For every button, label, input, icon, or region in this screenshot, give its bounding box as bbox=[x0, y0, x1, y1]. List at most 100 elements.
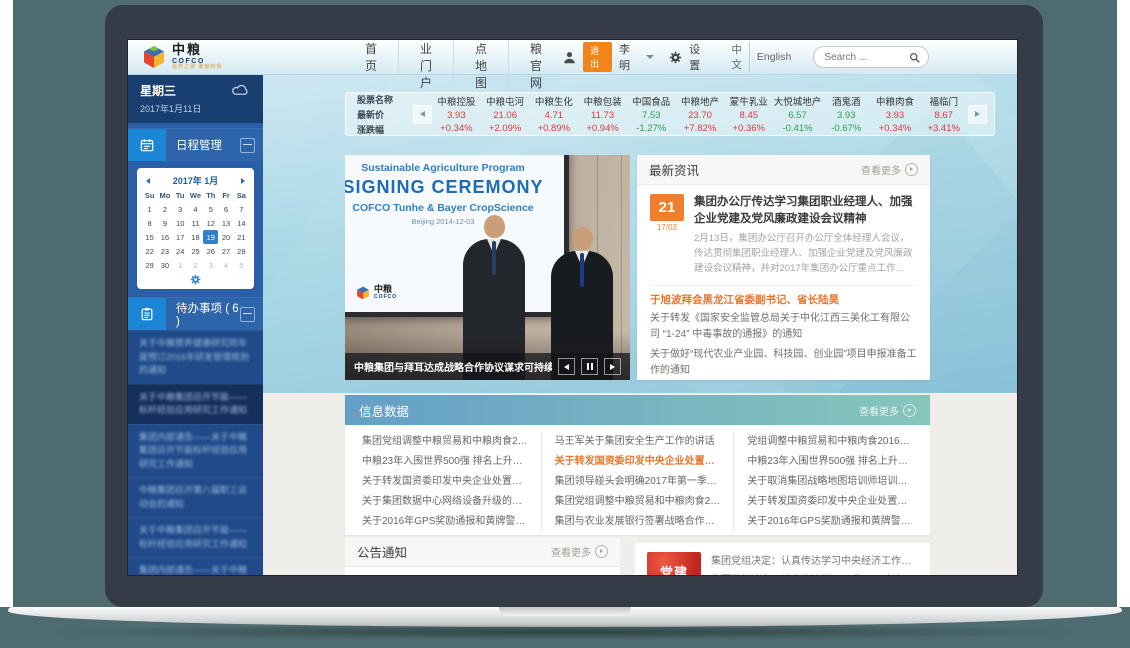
calendar-day[interactable]: 14 bbox=[234, 216, 249, 230]
news-carousel[interactable]: Sustainable Agriculture Program SIGNING … bbox=[345, 155, 630, 380]
info-list-item[interactable]: 关于转发国资委印发中央企业处置僵尸企业和开展特... bbox=[362, 472, 528, 492]
notice-view-more[interactable]: 查看更多 bbox=[551, 544, 608, 559]
search-icon[interactable] bbox=[909, 52, 920, 63]
calendar-day[interactable]: 11 bbox=[188, 216, 203, 230]
nav-link[interactable]: 中粮官网 bbox=[509, 40, 563, 91]
calendar-day[interactable]: 3 bbox=[203, 258, 218, 272]
calendar-day[interactable]: 25 bbox=[188, 244, 203, 258]
calendar-day[interactable]: 3 bbox=[173, 202, 188, 216]
collapse-schedule-button[interactable] bbox=[240, 138, 255, 153]
calendar-day[interactable]: 6 bbox=[218, 202, 233, 216]
search-box[interactable] bbox=[813, 46, 929, 68]
calendar-day[interactable]: 19 bbox=[203, 230, 218, 244]
calendar-day[interactable]: 16 bbox=[157, 230, 172, 244]
carousel-prev-button[interactable] bbox=[558, 358, 575, 375]
calendar-day[interactable]: 4 bbox=[218, 258, 233, 272]
stock-quote[interactable]: 福临门 8.67 +3.41% bbox=[919, 94, 968, 134]
calendar-day[interactable]: 26 bbox=[203, 244, 218, 258]
stock-quote[interactable]: 中粮肉食 3.93 +0.34% bbox=[871, 94, 920, 134]
stock-quote[interactable]: 中粮控股 3.93 +0.34% bbox=[432, 94, 481, 134]
calendar-day[interactable]: 5 bbox=[203, 202, 218, 216]
calendar-day[interactable]: 8 bbox=[142, 216, 157, 230]
party-news-item[interactable]: 集团党组决定：认真传达学习12月30日中央政治局工作会议纪要 bbox=[711, 571, 918, 575]
search-input[interactable] bbox=[822, 51, 909, 64]
info-list-item[interactable]: 集团领导碰头会明确2017年第一季度工作 bbox=[555, 472, 721, 492]
info-list-item[interactable]: 关于转发国资委印发中央企业处置僵尸企业和开展特... bbox=[747, 492, 913, 512]
calendar-day[interactable]: 28 bbox=[234, 244, 249, 258]
info-list-item[interactable]: 关于转发国资委印发中央企业处置僵尸企业和开展特... bbox=[555, 452, 721, 472]
calendar-day[interactable]: 9 bbox=[157, 216, 172, 230]
stock-quote[interactable]: 大悦城地产 6.57 -0.41% bbox=[773, 94, 822, 134]
calendar-day[interactable]: 30 bbox=[157, 258, 172, 272]
todo-list-item[interactable]: 关于中粮集团召开节能——标杆经验应用研究工作通知 bbox=[128, 384, 263, 424]
calendar-day[interactable]: 15 bbox=[142, 230, 157, 244]
collapse-todos-button[interactable] bbox=[240, 307, 255, 322]
stock-quote[interactable]: 中粮屯河 21.06 +2.09% bbox=[481, 94, 530, 134]
news-view-more[interactable]: 查看更多 bbox=[861, 162, 918, 177]
info-list-item[interactable]: 中粮23年入围世界500强 排名上升最快 bbox=[747, 452, 913, 472]
cofco-logo[interactable]: 中粮 COFCO 自然之源 重塑你我 bbox=[128, 43, 296, 70]
calendar-day[interactable]: 20 bbox=[218, 230, 233, 244]
info-list-item[interactable]: 中粮23年入围世界500强 排名上升最快 bbox=[362, 452, 528, 472]
calendar-day[interactable]: 24 bbox=[173, 244, 188, 258]
calendar-day[interactable]: 10 bbox=[173, 216, 188, 230]
calendar-day[interactable]: 23 bbox=[157, 244, 172, 258]
sidebar-section-todos[interactable]: 待办事项 ( 6 ) bbox=[128, 297, 263, 330]
calendar-day[interactable]: 18 bbox=[188, 230, 203, 244]
news-highlight-link[interactable]: 于旭波拜会黑龙江省委副书记、省长陆昊 bbox=[650, 292, 917, 307]
calendar-day[interactable]: 27 bbox=[218, 244, 233, 258]
stock-quote[interactable]: 中粮地产 23.70 +7.82% bbox=[676, 94, 725, 134]
calendar-day[interactable]: 2 bbox=[188, 258, 203, 272]
stock-quote[interactable]: 蒙牛乳业 8.45 +0.36% bbox=[724, 94, 773, 134]
logout-button[interactable]: 退出 bbox=[583, 42, 612, 72]
news-list-item[interactable]: 关于做好“现代农业产业园、科技园、创业园”项目申报准备工作的通知 bbox=[650, 347, 917, 379]
lang-en[interactable]: English bbox=[750, 51, 798, 63]
sidebar-section-schedule[interactable]: 日程管理 bbox=[128, 128, 263, 161]
calendar-settings-icon[interactable] bbox=[142, 272, 249, 286]
party-news-item[interactable]: 集团党组决定：认真传达学习中央经济工作会议和中央农村工作委员会... bbox=[711, 552, 918, 571]
featured-news[interactable]: 21 17/03 集团办公厅传达学习集团职业经理人、加强企业党建及党风廉政建设会… bbox=[650, 194, 917, 277]
calendar-day[interactable]: 1 bbox=[173, 258, 188, 272]
gear-icon[interactable] bbox=[669, 51, 682, 64]
lang-zh[interactable]: 中文 bbox=[724, 42, 750, 72]
nav-link[interactable]: 企业门户 bbox=[399, 40, 454, 91]
carousel-caption[interactable]: 中粮集团与拜耳达成战略合作协议谋求可持续农业发展 bbox=[354, 359, 552, 374]
carousel-next-button[interactable] bbox=[604, 358, 621, 375]
carousel-pause-button[interactable] bbox=[581, 358, 598, 375]
calendar-next-icon[interactable] bbox=[241, 178, 245, 184]
stock-quote[interactable]: 中粮生化 4.71 +0.89% bbox=[529, 94, 578, 134]
user-name[interactable]: 李明 bbox=[619, 41, 637, 73]
featured-news-title[interactable]: 集团办公厅传达学习集团职业经理人、加强企业党建及党风廉政建设会议精神 bbox=[694, 194, 917, 227]
info-list-item[interactable]: 集团党组调整中粮贸易和中粮肉食2016年度预算 bbox=[362, 432, 528, 452]
info-list-item[interactable]: 集团与农业发展银行签署战略合作协议 bbox=[555, 512, 721, 532]
calendar-day[interactable]: 13 bbox=[218, 216, 233, 230]
todo-list-item[interactable]: 集团内部通告——关于中粮集团召开节能标杆经验应用研究工作通知 bbox=[128, 424, 263, 478]
chevron-down-icon[interactable] bbox=[646, 55, 654, 59]
calendar-day[interactable]: 1 bbox=[142, 202, 157, 216]
ticker-prev-button[interactable] bbox=[413, 105, 432, 124]
news-list-item[interactable]: 关于转发《国家安全监管总局关于中化江西三美化工有限公司 “1-24” 中毒事故的… bbox=[650, 311, 917, 343]
calendar-day[interactable]: 2 bbox=[157, 202, 172, 216]
stock-quote[interactable]: 酒鬼酒 3.93 -0.67% bbox=[822, 94, 871, 134]
calendar-day[interactable]: 4 bbox=[188, 202, 203, 216]
todo-list-item[interactable]: 关于中粮营养健康研究院年度预订2016年研发管理规划的通知 bbox=[128, 330, 263, 384]
calendar-day[interactable]: 29 bbox=[142, 258, 157, 272]
info-list-item[interactable]: 关于2016年GPS奖励通报和黄牌警告单位的决定 bbox=[747, 512, 913, 532]
todo-list-item[interactable]: 中粮集团召开第八届职工运动会的通知 bbox=[128, 477, 263, 517]
calendar-day[interactable]: 21 bbox=[234, 230, 249, 244]
info-view-more[interactable]: 查看更多 bbox=[859, 403, 916, 418]
info-list-item[interactable]: 马王军关于集团安全生产工作的讲话 bbox=[555, 432, 721, 452]
ticker-next-button[interactable] bbox=[968, 105, 987, 124]
calendar-prev-icon[interactable] bbox=[146, 178, 150, 184]
calendar-day[interactable]: 22 bbox=[142, 244, 157, 258]
nav-link[interactable]: 站点地图 bbox=[454, 40, 509, 91]
info-list-item[interactable]: 关于集团数据中心网络设备升级的通知 bbox=[362, 492, 528, 512]
info-list-item[interactable]: 关于取消集团战略地图培训师培训班的通知 bbox=[747, 472, 913, 492]
todo-list-item[interactable]: 集团内部通告——关于中粮集团节能标杆经验应用研究工作通知 bbox=[128, 557, 263, 575]
calendar-day[interactable]: 5 bbox=[234, 258, 249, 272]
stock-quote[interactable]: 中粮包装 11.73 +0.94% bbox=[578, 94, 627, 134]
calendar-day[interactable]: 7 bbox=[234, 202, 249, 216]
settings-label[interactable]: 设置 bbox=[689, 41, 707, 73]
calendar-day[interactable]: 12 bbox=[203, 216, 218, 230]
calendar-day[interactable]: 17 bbox=[173, 230, 188, 244]
